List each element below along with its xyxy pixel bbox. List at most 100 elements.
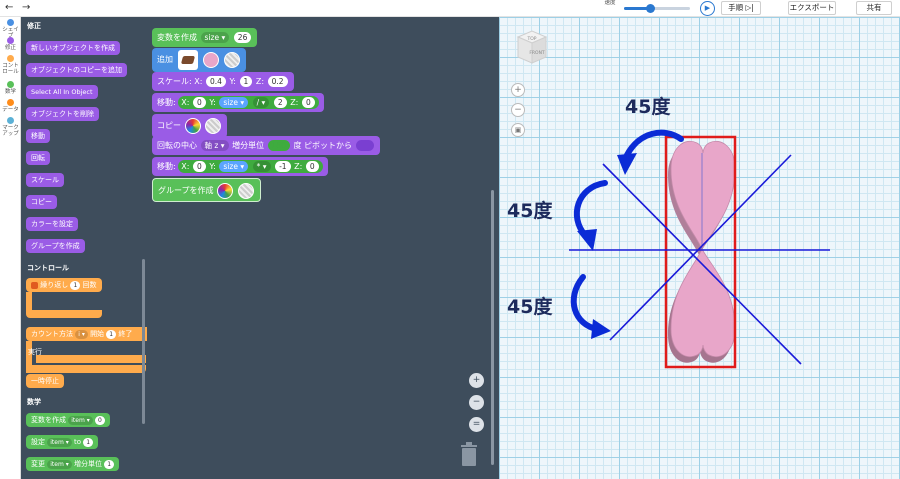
category-markup-label: マークアップ (2, 125, 19, 137)
ws-scale-y-input[interactable]: 1 (239, 76, 253, 87)
ws-copy-label: コピー (157, 121, 181, 130)
ws-move2-y-label: Y: (209, 162, 216, 171)
ws-move1-x-input[interactable]: 0 (192, 97, 206, 108)
step-button[interactable]: 手順 ▷| (721, 1, 761, 15)
palette-block-add-copy[interactable]: オブジェクトのコピーを追加 (26, 63, 127, 77)
palette-block-copy[interactable]: コピー (26, 195, 57, 209)
chocolate-shape-icon[interactable] (177, 49, 198, 70)
category-math[interactable]: 数学 (0, 81, 21, 95)
count-c-foot (26, 365, 146, 373)
ws-create-var-dropdown[interactable]: size ▾ (200, 32, 230, 43)
ws-move1-z-input[interactable]: 0 (301, 97, 315, 108)
category-control[interactable]: コントロール (0, 55, 21, 75)
ws-move2-z-input[interactable]: 0 (305, 161, 319, 172)
ws-scale-x-label: X: (194, 77, 203, 86)
ws-create-variable-block[interactable]: 変数を作成 size ▾ 26 (152, 28, 258, 47)
category-math-dot (7, 81, 14, 88)
ws-scale-block[interactable]: スケール: X: 0.4 Y: 1 Z: 0.2 (152, 72, 294, 91)
ws-group-block[interactable]: グループを作成 (152, 178, 261, 202)
palette-block-set-variable[interactable]: 設定 item ▾ to 1 (26, 435, 99, 449)
ws-rotate-block[interactable]: 回転の中心 軸 z ▾ 増分単位 180 度 ピボットから (152, 136, 380, 155)
rainbow-color-swatch[interactable] (184, 117, 201, 134)
ws-rotate-axis-dropdown[interactable]: 軸 z ▾ (200, 140, 229, 151)
palette-block-new-object[interactable]: 新しいオブジェクトを作成 (26, 41, 120, 55)
palette-block-move[interactable]: 移動 (26, 129, 50, 143)
palette-block-count[interactable]: カウント方法 i ▾ 開始 1 終了 (26, 327, 147, 341)
section-title-modify: 修正 (27, 22, 41, 30)
speed-slider-handle[interactable] (646, 4, 656, 13)
change-var-value: item (50, 460, 64, 468)
hole-swatch[interactable] (223, 51, 240, 68)
palette-block-pause[interactable]: 一時停止 (26, 374, 64, 388)
set-var-dropdown[interactable]: item ▾ (47, 437, 72, 447)
ws-move-block-1[interactable]: 移動: X: 0 Y: size ▾ / ▾ 2 Z: 0 (152, 93, 324, 112)
ws-create-var-name: size (204, 33, 220, 42)
palette-block-select-all[interactable]: Select All In Object (26, 85, 98, 99)
palette-block-change-variable[interactable]: 変更 item ▾ 増分単位 1 (26, 457, 120, 471)
palette-block-rotate[interactable]: 回転 (26, 151, 50, 165)
pink-color-swatch[interactable] (203, 51, 220, 68)
hole-swatch-group[interactable] (237, 182, 254, 199)
zoom-out-icon[interactable]: − (469, 395, 484, 410)
palette-block-repeat[interactable]: 繰り返し 1 回数 (26, 278, 102, 292)
category-markup-dot (7, 117, 14, 124)
ws-move1-y-value[interactable]: 2 (273, 97, 287, 108)
viewport-overlay: 45度 45度 45度 (507, 95, 830, 369)
ws-create-var-value[interactable]: 26 (233, 32, 252, 43)
ws-scale-z-input[interactable]: 0.2 (267, 76, 288, 87)
change-var-input[interactable]: 1 (104, 459, 115, 469)
change-var-dropdown[interactable]: item ▾ (47, 459, 72, 469)
ws-rotate-pivot-input[interactable] (355, 140, 374, 151)
block-palette: 修正 新しいオブジェクトを作成 オブジェクトのコピーを追加 Select All… (21, 17, 147, 479)
code-workspace: 変数を作成 size ▾ 26 追加 スケール: X: 0.4 Y: 1 Z: … (147, 17, 499, 479)
palette-scrollbar[interactable] (142, 259, 145, 424)
ws-move1-y-var[interactable]: size ▾ (219, 97, 249, 108)
workspace-scrollbar[interactable] (491, 190, 494, 465)
ws-move2-x-input[interactable]: 0 (192, 161, 206, 172)
ws-move2-label: 移動: (157, 162, 176, 171)
arrow-right-icon[interactable]: → (22, 2, 30, 13)
palette-block-scale[interactable]: スケール (26, 173, 64, 187)
palette-block-set-color[interactable]: カラーを設定 (26, 217, 78, 231)
category-shapes[interactable]: シェイプ (0, 19, 21, 39)
palette-block-create-group[interactable]: グループを作成 (26, 239, 85, 253)
set-var-label: 設定 (31, 438, 45, 446)
zoom-reset-icon[interactable]: = (469, 417, 484, 432)
ws-move2-y-var[interactable]: size ▾ (219, 161, 249, 172)
category-markup[interactable]: マークアップ (0, 117, 21, 137)
rainbow-color-swatch-group[interactable] (217, 182, 234, 199)
repeat-unit-label: 回数 (82, 281, 97, 289)
ws-rotate-axis-value: 軸 z (204, 141, 219, 150)
category-modify[interactable]: 修正 (0, 37, 21, 51)
change-var-label: 変更 (31, 460, 45, 468)
play-icon[interactable]: ▶ (700, 1, 715, 16)
create-var-input[interactable]: 0 (94, 415, 105, 425)
ws-add-block[interactable]: 追加 (152, 48, 246, 72)
export-button[interactable]: エクスポート (788, 1, 836, 15)
hole-swatch-copy[interactable] (205, 117, 222, 134)
angle-label-3: 45度 (507, 295, 553, 318)
count-from-input[interactable]: 1 (106, 329, 117, 339)
ws-move2-y-value[interactable]: -1 (275, 161, 291, 172)
create-var-dropdown[interactable]: item ▾ (68, 415, 93, 425)
count-var-dropdown[interactable]: i ▾ (75, 329, 88, 339)
category-data[interactable]: データ (0, 99, 21, 113)
set-var-input[interactable]: 1 (83, 437, 94, 447)
palette-block-create-variable[interactable]: 変数を作成 item ▾ 0 (26, 413, 110, 427)
ws-copy-block[interactable]: コピー (152, 114, 228, 138)
ws-scale-x-input[interactable]: 0.4 (205, 76, 226, 87)
zoom-in-icon[interactable]: + (469, 373, 484, 388)
arrow-left-icon[interactable]: ← (5, 2, 13, 13)
ws-rotate-inc-input[interactable]: 180 (267, 140, 290, 151)
speed-slider[interactable] (624, 4, 690, 13)
ws-scale-z-label: Z: (255, 77, 265, 86)
ws-move2-op[interactable]: * ▾ (252, 161, 271, 172)
share-button[interactable]: 共有 (856, 1, 892, 15)
repeat-count-input[interactable]: 1 (70, 280, 81, 290)
ws-move1-op[interactable]: / ▾ (252, 97, 270, 108)
palette-block-delete-object[interactable]: オブジェクトを削除 (26, 107, 99, 121)
trash-icon[interactable] (460, 442, 478, 466)
ws-move-block-2[interactable]: 移動: X: 0 Y: size ▾ * ▾ -1 Z: 0 (152, 157, 328, 176)
repeat-c-foot (26, 310, 102, 318)
category-data-label: データ (2, 107, 19, 113)
